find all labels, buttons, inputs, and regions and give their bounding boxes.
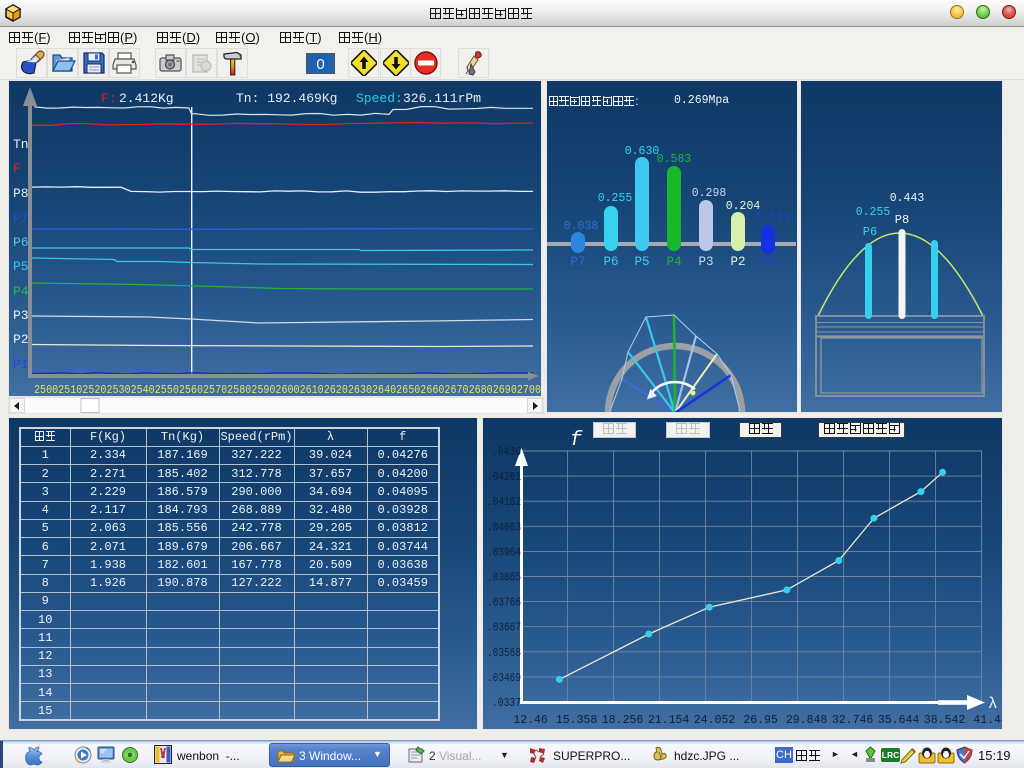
svg-text:P3: P3 [13,308,29,323]
svg-text:F: F [13,161,21,176]
svg-text:P4: P4 [666,255,681,269]
svg-text:P5: P5 [13,259,29,274]
svg-text:32.746: 32.746 [832,714,874,727]
svg-text:21.154: 21.154 [648,714,690,727]
svg-text:λ: λ [988,695,998,713]
svg-text:2.412Kg: 2.412Kg [119,91,174,106]
svg-text:Speed:: Speed: [356,91,403,106]
svg-text:P6: P6 [603,255,618,269]
svg-text:.03469: .03469 [487,672,521,685]
svg-text:26.95: 26.95 [743,714,778,727]
svg-text:P2: P2 [730,255,745,269]
svg-text:P4: P4 [13,284,29,299]
svg-text:P2: P2 [13,332,29,347]
svg-text:.03766: .03766 [487,597,521,610]
svg-text:.0337: .0337 [492,697,521,710]
svg-text:12.46: 12.46 [513,714,548,727]
svg-text:41.44: 41.44 [973,714,1002,727]
svg-text:35.644: 35.644 [878,714,920,727]
svg-text:P6: P6 [13,235,29,250]
svg-text:.03568: .03568 [487,647,521,660]
svg-text:P8: P8 [895,213,909,227]
svg-text:0.255: 0.255 [598,192,633,205]
svg-text:250025102520253025402550256025: 2500251025202530254025502560257025802590… [34,384,541,396]
svg-text:326.111rPm: 326.111rPm [403,91,481,106]
svg-text:.04261: .04261 [487,471,521,484]
svg-text:f: f [570,429,583,452]
svg-text:.03865: .03865 [487,572,521,585]
svg-text:0.630: 0.630 [625,145,660,158]
svg-text:P3: P3 [698,255,713,269]
svg-text:0.038: 0.038 [564,220,599,233]
svg-text:0.255: 0.255 [856,206,891,219]
svg-text:F:: F: [101,91,117,106]
svg-text:0.298: 0.298 [692,187,727,200]
svg-text:.03667: .03667 [487,622,521,635]
svg-text:.04162: .04162 [487,496,521,509]
svg-text:P7: P7 [570,255,585,269]
svg-text:29.848: 29.848 [786,714,828,727]
svg-text:P8: P8 [13,186,29,201]
svg-text:P1: P1 [13,357,29,372]
svg-text:18.256: 18.256 [602,714,644,727]
svg-text:P7: P7 [13,211,29,226]
svg-text:P5: P5 [634,255,649,269]
svg-text:38.542: 38.542 [924,714,966,727]
svg-text:.03964: .03964 [487,546,521,559]
svg-text:0.583: 0.583 [657,153,692,166]
svg-text:0.111: 0.111 [756,211,791,224]
svg-text:.0436: .0436 [492,446,521,459]
svg-text:Tn: Tn [13,137,29,152]
svg-text:Tn: 192.469Kg: Tn: 192.469Kg [236,91,337,106]
svg-text:P1: P1 [760,255,775,269]
svg-text:0.443: 0.443 [890,192,925,205]
svg-text:15.358: 15.358 [556,714,598,727]
svg-text:P6: P6 [863,225,877,239]
svg-text:24.052: 24.052 [694,714,736,727]
svg-text:.04063: .04063 [487,521,521,534]
